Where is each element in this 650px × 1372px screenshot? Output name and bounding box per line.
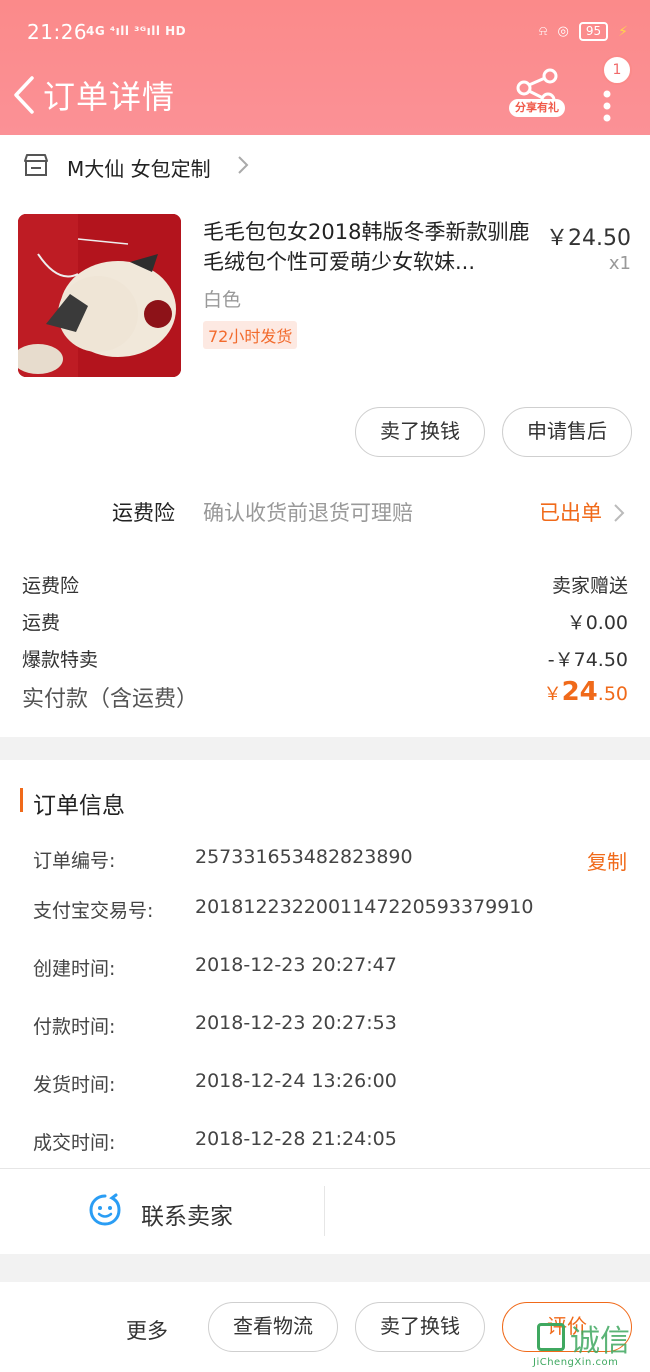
notification-badge: 1 (602, 55, 632, 85)
after-sales-button[interactable]: 申请售后 (502, 407, 632, 457)
status-bar: 21:26 4G ⁴ıll ³ᴳıll HD ⍾ ◎ 95 ⚡ (0, 0, 650, 66)
fee-value: 卖家赠送 (551, 575, 628, 597)
nav-bar: 订单详情 分享有礼 1 (0, 55, 650, 128)
total-row: 实付款（含运费） ￥24.50 (22, 677, 628, 713)
shop-name: M大仙 女包定制 (67, 157, 211, 181)
header-bar: 21:26 4G ⁴ıll ³ᴳıll HD ⍾ ◎ 95 ⚡ 订单详情 分享有… (0, 0, 650, 135)
resell-button[interactable]: 卖了换钱 (355, 1302, 485, 1352)
chevron-right-icon (614, 504, 625, 522)
status-icons: ⍾ ◎ 95 ⚡ (539, 22, 628, 41)
fee-value: ￥0.00 (566, 612, 628, 634)
fee-label: 爆款特卖 (22, 649, 99, 671)
contact-bar: 联系卖家 (0, 1168, 650, 1254)
page-title: 订单详情 (43, 78, 176, 116)
shipped-time-value: 2018-12-24 13:26:00 (195, 1070, 397, 1092)
section-accent-bar (20, 788, 23, 812)
product-image[interactable] (18, 214, 181, 377)
resell-button[interactable]: 卖了换钱 (355, 407, 485, 457)
status-time: 21:26 (27, 20, 88, 44)
product-title[interactable]: 毛毛包包女2018韩版冬季新款驯鹿毛绒包个性可爱萌少女软妹... (203, 217, 535, 277)
contact-seller-button[interactable]: 联系卖家 (141, 1197, 233, 1231)
paid-time-value: 2018-12-23 20:27:53 (195, 1012, 397, 1034)
product-sku: 白色 (203, 289, 242, 311)
paid-time-label: 付款时间: (33, 1016, 116, 1038)
view-logistics-button[interactable]: 查看物流 (208, 1302, 338, 1352)
shipping-insurance-row[interactable]: 运费险 确认收货前退货可理赔 已出单 (0, 487, 650, 537)
insurance-status: 已出单 (539, 501, 602, 525)
charging-icon: ⚡ (618, 23, 628, 40)
insurance-label: 运费险 (112, 501, 175, 525)
fee-label: 运费 (22, 612, 61, 634)
order-info-section: 订单信息 订单编号: 257331653482823890 复制 支付宝交易号:… (0, 760, 650, 1168)
created-time-label: 创建时间: (33, 958, 116, 980)
order-number-value: 257331653482823890 (195, 846, 413, 868)
watermark-text: 诚信 (570, 1324, 630, 1359)
more-button[interactable]: 更多 (126, 1315, 168, 1345)
lock-rotation-icon: ◎ (557, 24, 569, 39)
order-number-label: 订单编号: (33, 850, 116, 872)
copy-button[interactable]: 复制 (587, 846, 627, 875)
created-time-value: 2018-12-23 20:27:47 (195, 954, 397, 976)
completed-time-value: 2018-12-28 21:24:05 (195, 1128, 397, 1150)
watermark-logo (537, 1323, 565, 1351)
total-label: 实付款（含运费） (22, 687, 199, 712)
fee-row: 运费险 卖家赠送 (22, 571, 628, 598)
share-reward-label[interactable]: 分享有礼 (509, 99, 565, 117)
fee-row: 运费 ￥0.00 (22, 608, 628, 635)
alipay-number-value: 2018122322001147220593379910 (195, 896, 534, 918)
product-price: ￥24.50 (546, 226, 631, 251)
shipped-time-label: 发货时间: (33, 1074, 116, 1096)
store-icon (24, 154, 48, 176)
more-options-icon[interactable] (598, 82, 616, 128)
shipping-tag: 72小时发货 (203, 321, 298, 349)
divider (324, 1186, 325, 1236)
insurance-description: 确认收货前退货可理赔 (203, 501, 413, 525)
fee-label: 运费险 (22, 575, 80, 597)
vibrate-icon: ⍾ (538, 24, 548, 39)
shop-row[interactable]: M大仙 女包定制 (0, 135, 650, 197)
fee-row: 爆款特卖 -￥74.50 (22, 645, 628, 672)
watermark-url: JiChengXin.com (533, 1357, 619, 1368)
network-indicator: 4G ⁴ıll ³ᴳıll HD (86, 24, 187, 38)
product-quantity: x1 (608, 253, 631, 274)
order-info-title: 订单信息 (33, 793, 125, 819)
total-amount: ￥24.50 (543, 677, 628, 707)
battery-icon: 95 (578, 22, 609, 41)
fee-value: -￥74.50 (547, 649, 628, 671)
alipay-number-label: 支付宝交易号: (33, 900, 154, 922)
product-card: 毛毛包包女2018韩版冬季新款驯鹿毛绒包个性可爱萌少女软妹... ￥24.50 … (0, 197, 650, 737)
chevron-right-icon (238, 156, 249, 174)
back-arrow-icon[interactable] (10, 72, 40, 118)
chat-bubble-icon[interactable] (88, 1193, 122, 1227)
completed-time-label: 成交时间: (33, 1132, 116, 1154)
